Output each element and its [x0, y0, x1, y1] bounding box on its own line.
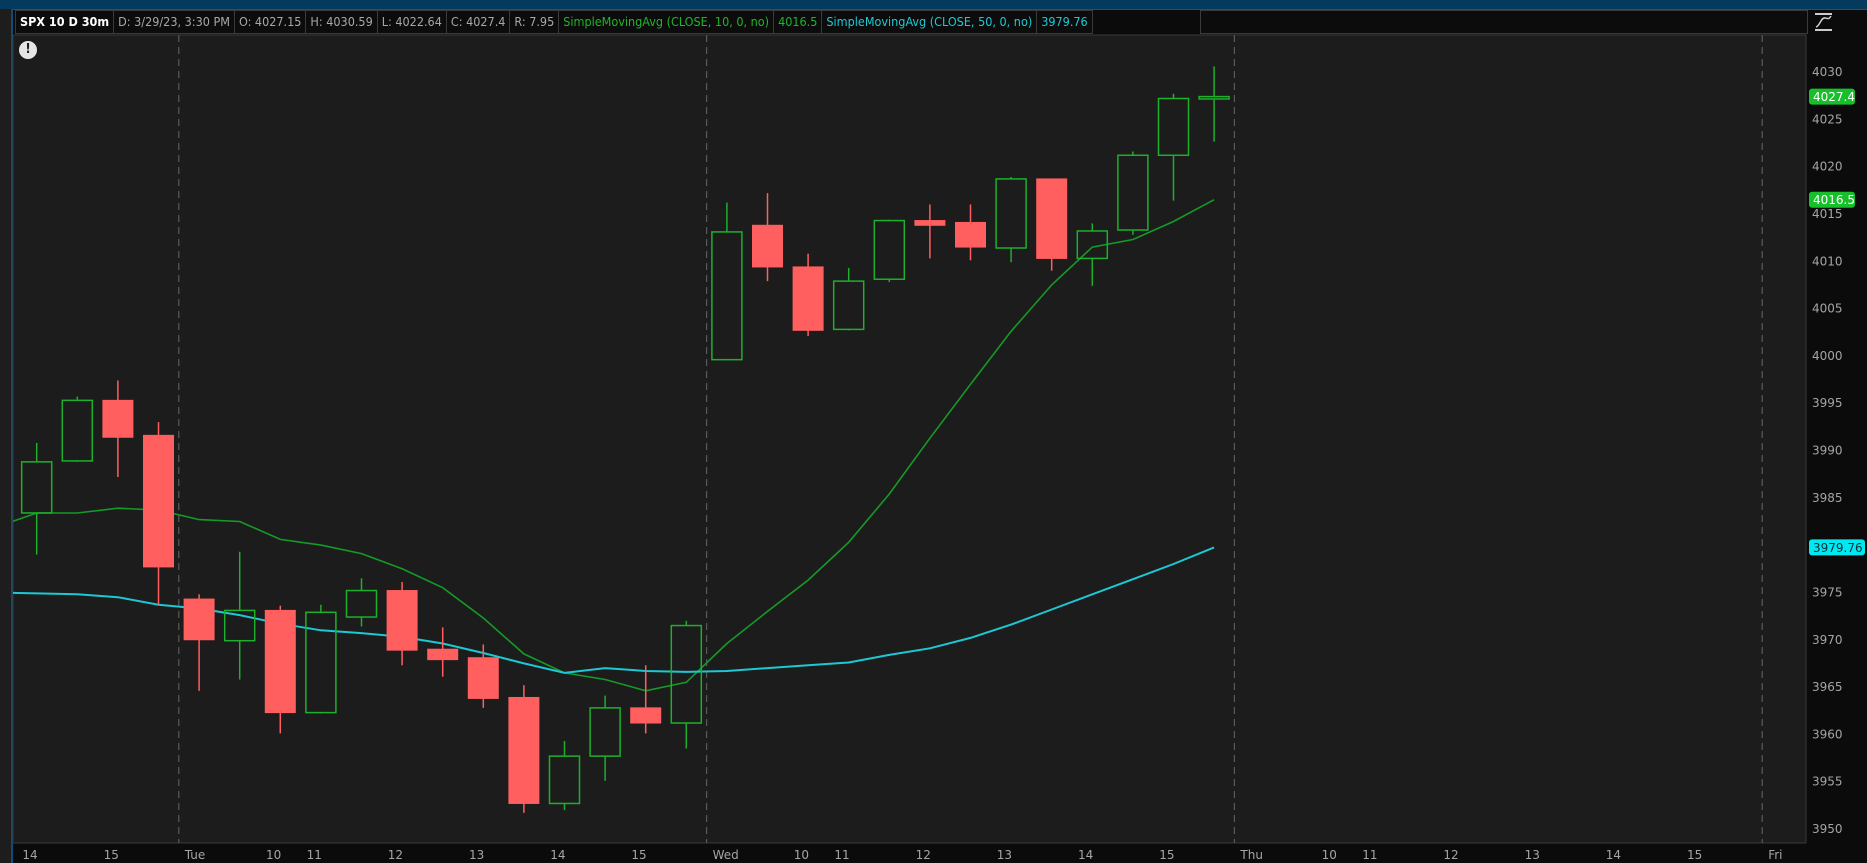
y-tick-label: 4030	[1812, 65, 1843, 79]
bar-close: C: 4027.4	[445, 10, 510, 34]
header-empty-area	[1200, 10, 1808, 34]
bar-range: R: 7.95	[509, 10, 559, 34]
candle-down	[630, 707, 662, 724]
x-tick-label: 15	[1159, 848, 1174, 862]
symbol-label[interactable]: SPX 10 D 30m	[15, 10, 114, 34]
x-tick-label: 12	[1443, 848, 1458, 862]
sma50-study-label[interactable]: SimpleMovingAvg (CLOSE, 50, 0, no)	[821, 10, 1037, 34]
price-chart[interactable]: 4030 4025 4020 4015 4010 4005 4000 3995 3990 3985…	[0, 0, 1867, 863]
x-tick-label: 10	[266, 848, 281, 862]
x-tick-label: 13	[997, 848, 1012, 862]
y-tick-label: 3950	[1812, 822, 1843, 836]
y-tick-label: 3985	[1812, 491, 1843, 505]
chart-header: SPX 10 D 30m D: 3/29/23, 3:30 PM O: 4027…	[15, 10, 1093, 34]
y-tick-label: 4005	[1812, 302, 1843, 316]
candle-down	[914, 220, 946, 226]
y-tick-label: 3970	[1812, 633, 1843, 647]
x-tick-label: 11	[834, 848, 849, 862]
plot-area[interactable]	[12, 34, 1807, 844]
x-tick-label: 15	[104, 848, 119, 862]
y-tick-label: 4010	[1812, 254, 1843, 268]
price-badge-label: 4016.5	[1813, 193, 1855, 207]
candle-down	[264, 609, 296, 714]
bar-low: L: 4022.64	[376, 10, 446, 34]
candle-down	[792, 266, 824, 331]
y-tick-label: 4015	[1812, 207, 1843, 221]
x-tick-label: Thu	[1239, 848, 1263, 862]
candle-down	[752, 224, 783, 268]
x-tick-label: 14	[1606, 848, 1621, 862]
candle-down	[102, 399, 134, 438]
studies-icon[interactable]	[1812, 10, 1836, 34]
x-tick-label: 15	[631, 848, 646, 862]
sma10-study-label[interactable]: SimpleMovingAvg (CLOSE, 10, 0, no)	[558, 10, 774, 34]
x-tick-label: 14	[1078, 848, 1093, 862]
y-tick-label: 4000	[1812, 349, 1843, 363]
candle-down	[467, 657, 499, 699]
y-tick-label: 3975	[1812, 585, 1843, 599]
y-tick-label: 3960	[1812, 727, 1843, 741]
x-tick-label: 10	[794, 848, 809, 862]
alert-icon[interactable]: !	[19, 41, 37, 59]
x-tick-label: 13	[1525, 848, 1540, 862]
x-tick-label: 12	[388, 848, 403, 862]
candle-down	[386, 590, 418, 651]
y-tick-label: 3990	[1812, 444, 1843, 458]
y-tick-label: 3955	[1812, 775, 1843, 789]
bar-date: D: 3/29/23, 3:30 PM	[113, 10, 234, 34]
y-tick-label: 4025	[1812, 112, 1843, 126]
price-badge-label: 4027.4	[1813, 90, 1855, 104]
x-tick-label: 12	[916, 848, 931, 862]
candle-down	[143, 434, 174, 568]
y-tick-label: 4020	[1812, 160, 1843, 174]
x-tick-label: 14	[550, 848, 565, 862]
price-badge-label: 3979.76	[1813, 541, 1863, 555]
y-tick-label: 3995	[1812, 396, 1843, 410]
x-tick-label: 15	[1687, 848, 1702, 862]
x-tick-label: 10	[1322, 848, 1337, 862]
sma50-value: 3979.76	[1036, 10, 1093, 34]
sma10-value: 4016.5	[773, 10, 822, 34]
candle-down	[508, 696, 540, 804]
x-tick-label: 13	[469, 848, 484, 862]
candle-down	[183, 598, 215, 641]
bar-open: O: 4027.15	[233, 10, 306, 34]
x-tick-label: Fri	[1768, 848, 1782, 862]
x-tick-label: Wed	[713, 848, 739, 862]
candle-down	[1036, 178, 1068, 259]
x-tick-label: 11	[307, 848, 322, 862]
y-tick-label: 3965	[1812, 680, 1843, 694]
x-tick-label: 11	[1362, 848, 1377, 862]
x-tick-label: Tue	[184, 848, 206, 862]
candle-down	[955, 221, 986, 248]
candle-down	[427, 648, 459, 661]
bar-high: H: 4030.59	[305, 10, 377, 34]
x-tick-label: 14	[22, 848, 37, 862]
